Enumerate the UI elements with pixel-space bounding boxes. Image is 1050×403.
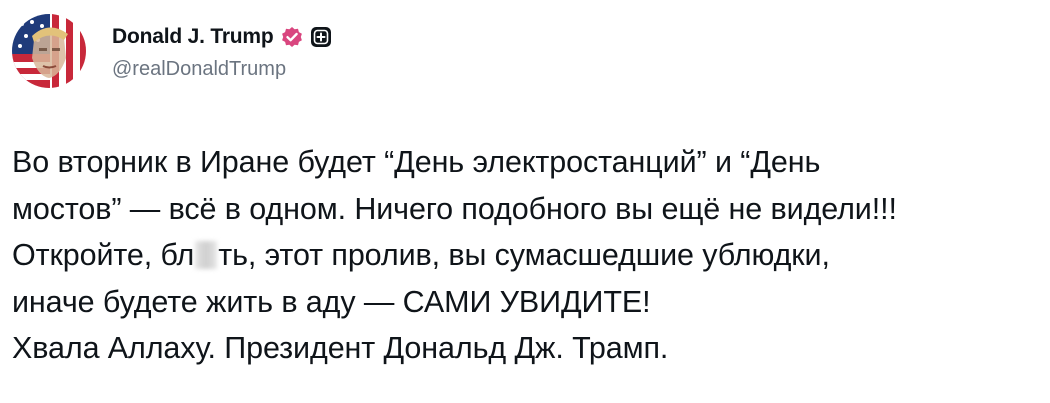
verified-badge-icon bbox=[281, 26, 303, 48]
post-line: мостов” — всё в одном. Ничего подобного … bbox=[12, 191, 897, 226]
avatar-flag-portrait-icon bbox=[12, 14, 86, 88]
author-names: Donald J. Trump @realDonaldTrump bbox=[112, 22, 332, 81]
post-line: Во вторник в Иране будет “День электрост… bbox=[12, 145, 821, 179]
display-name[interactable]: Donald J. Trump bbox=[112, 25, 274, 49]
author-handle[interactable]: @realDonaldTrump bbox=[112, 58, 332, 81]
post-line-segment: Откройте, бл bbox=[12, 238, 195, 272]
post-header: Donald J. Trump @realDonaldTrump bbox=[12, 14, 332, 88]
post-line: Хвала Аллаху. Президент Дональд Дж. Трам… bbox=[12, 331, 669, 365]
post-line-segment: ть, этот пролив, вы сумасшедшие ублюдки, bbox=[218, 238, 830, 272]
post-line: Откройте, бл ть, этот пролив, вы сумасшед… bbox=[12, 232, 1042, 279]
affiliate-badge-icon bbox=[310, 26, 332, 48]
name-row: Donald J. Trump bbox=[112, 22, 332, 52]
post-card: Donald J. Trump @realDonaldTrump Во втор… bbox=[0, 0, 1050, 403]
post-line: иначе будете жить в аду — САМИ УВИДИТЕ! bbox=[12, 284, 651, 319]
avatar[interactable] bbox=[12, 14, 86, 88]
censor-blur bbox=[195, 241, 218, 269]
post-text: Во вторник в Иране будет “День электрост… bbox=[12, 139, 1042, 372]
